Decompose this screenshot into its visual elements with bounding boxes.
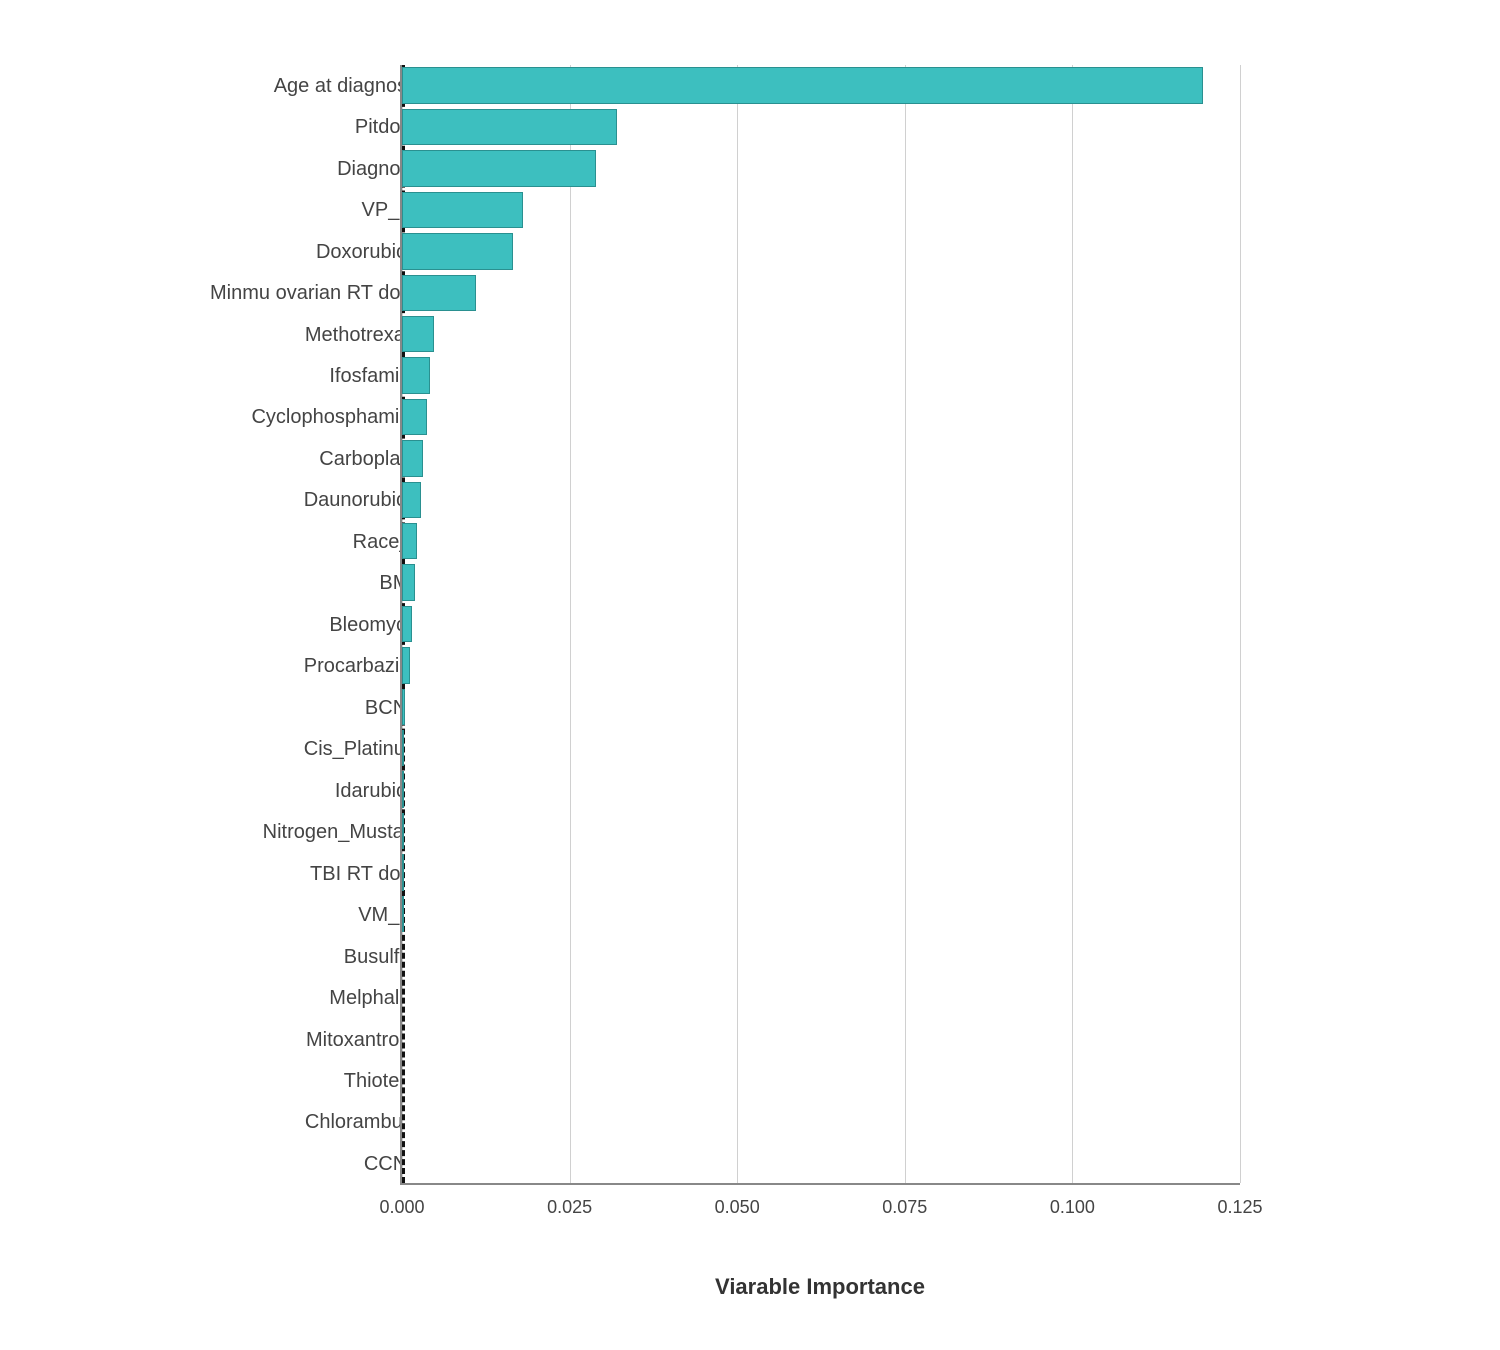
grid-line (1240, 65, 1241, 1183)
y-axis-labels: Age at diagnosisPitdoseDiagnoseVP_16Doxo… (210, 65, 422, 1185)
bar (402, 606, 412, 642)
grid-line (737, 65, 738, 1183)
x-tick-label: 0.050 (715, 1197, 760, 1218)
bar (402, 275, 476, 311)
x-tick-label: 0.125 (1217, 1197, 1262, 1218)
bar (402, 316, 434, 352)
bar (402, 192, 523, 228)
bar (402, 357, 430, 393)
bar (402, 647, 410, 683)
bar (402, 854, 404, 890)
plot-area: 0.0000.0250.0500.0750.1000.125 (400, 65, 1240, 1185)
bar (402, 730, 404, 766)
bar (402, 689, 405, 725)
bar (402, 771, 404, 807)
grid-line (570, 65, 571, 1183)
bar (402, 150, 596, 186)
bar (402, 523, 417, 559)
chart-container: Age at diagnosisPitdoseDiagnoseVP_16Doxo… (200, 35, 1300, 1315)
bar (402, 482, 421, 518)
bar (402, 399, 427, 435)
x-tick-label: 0.025 (547, 1197, 592, 1218)
grid-line (905, 65, 906, 1183)
bar (402, 440, 423, 476)
bar (402, 67, 1203, 103)
y-axis-label: Minmu ovarian RT dose (210, 283, 422, 303)
y-axis-label: Nitrogen_Mustard (263, 822, 422, 842)
grid-line (1072, 65, 1073, 1183)
chart-area: Age at diagnosisPitdoseDiagnoseVP_16Doxo… (400, 65, 1240, 1235)
bar (402, 233, 513, 269)
x-tick-label: 0.075 (882, 1197, 927, 1218)
x-axis-title: Viarable Importance (715, 1274, 925, 1300)
y-axis-label: Cyclophosphamide (251, 407, 421, 427)
bar (402, 564, 415, 600)
bar (402, 109, 617, 145)
bar (402, 813, 404, 849)
x-tick-label: 0.000 (379, 1197, 424, 1218)
x-tick-label: 0.100 (1050, 1197, 1095, 1218)
bar (402, 896, 404, 932)
